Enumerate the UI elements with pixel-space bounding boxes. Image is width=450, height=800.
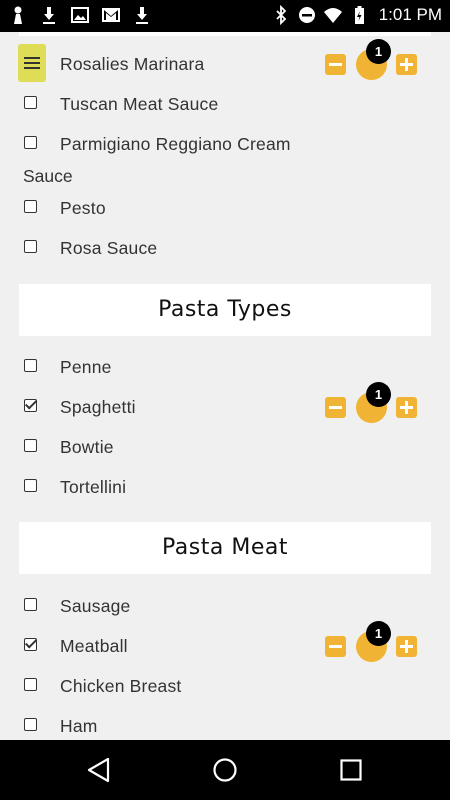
- item-checkbox[interactable]: [24, 598, 37, 611]
- list-item[interactable]: Ham: [0, 706, 450, 740]
- image-icon: [71, 7, 89, 23]
- item-label: Rosa Sauce: [60, 238, 158, 258]
- item-checkbox[interactable]: [24, 200, 37, 213]
- item-checkbox-checked[interactable]: [24, 399, 37, 412]
- status-bar: 1:01 PM: [0, 0, 450, 32]
- item-checkbox[interactable]: [24, 479, 37, 492]
- item-checkbox[interactable]: [24, 96, 37, 109]
- download-icon: [136, 7, 148, 24]
- item-checkbox[interactable]: [24, 718, 37, 731]
- list-item[interactable]: Sausage: [0, 586, 450, 626]
- decrease-button[interactable]: [325, 54, 346, 75]
- bluetooth-icon: [276, 5, 286, 25]
- list-item[interactable]: Meatball 1: [0, 621, 450, 666]
- battery-icon: [354, 6, 364, 24]
- item-label: Tortellini: [60, 477, 127, 497]
- quantity-stepper: 1: [325, 621, 419, 666]
- list-item[interactable]: Chicken Breast: [0, 666, 450, 706]
- list-item[interactable]: Spaghetti 1: [0, 382, 450, 427]
- wifi-icon: [323, 8, 342, 23]
- increase-button[interactable]: [396, 636, 417, 657]
- section-title: Pasta Types: [158, 297, 292, 322]
- increase-button[interactable]: [396, 54, 417, 75]
- item-label: Meatball: [60, 636, 128, 656]
- item-checkbox[interactable]: [24, 240, 37, 253]
- quantity-badge: 1: [366, 39, 391, 64]
- do-not-disturb-icon: [298, 7, 315, 23]
- card-top-edge: [19, 32, 431, 36]
- list-item[interactable]: Penne: [0, 347, 450, 387]
- item-checkbox-checked[interactable]: [24, 638, 37, 651]
- item-checkbox[interactable]: [24, 439, 37, 452]
- item-label: Tuscan Meat Sauce: [60, 94, 219, 114]
- system-icons: 1:01 PM: [271, 5, 442, 25]
- decrease-button[interactable]: [325, 397, 346, 418]
- list-item[interactable]: Pesto: [0, 188, 450, 228]
- item-label: Chicken Breast: [60, 676, 182, 696]
- order-options-list[interactable]: Rosalies Marinara 1 Tuscan Meat Sauce Pa…: [0, 32, 450, 740]
- navigation-bar: [0, 740, 450, 800]
- list-item[interactable]: Tuscan Meat Sauce: [0, 84, 450, 124]
- item-label: Penne: [60, 357, 112, 377]
- item-checkbox[interactable]: [24, 136, 37, 149]
- item-label-continued: Sauce: [23, 166, 73, 186]
- item-label: Spaghetti: [60, 397, 136, 417]
- quantity-stepper: 1: [325, 39, 419, 84]
- increase-button[interactable]: [396, 397, 417, 418]
- decrease-button[interactable]: [325, 636, 346, 657]
- gmail-icon: [102, 8, 120, 22]
- quantity-badge: 1: [366, 621, 391, 646]
- item-label: Parmigiano Reggiano Cream: [60, 134, 291, 154]
- notification-icons: [8, 5, 152, 25]
- section-header-pasta-types: Pasta Types: [19, 284, 431, 336]
- list-item[interactable]: Bowtie: [0, 427, 450, 467]
- quantity-stepper: 1: [325, 382, 419, 427]
- item-label: Ham: [60, 716, 98, 736]
- quantity-badge: 1: [366, 382, 391, 407]
- item-label: Bowtie: [60, 437, 114, 457]
- recents-icon[interactable]: [338, 756, 364, 784]
- list-item[interactable]: Tortellini: [0, 467, 450, 507]
- item-checkbox[interactable]: [24, 359, 37, 372]
- item-label: Rosalies Marinara: [60, 54, 205, 74]
- item-checkbox[interactable]: [24, 678, 37, 691]
- list-item[interactable]: Rosalies Marinara 1: [0, 39, 450, 84]
- home-icon[interactable]: [212, 756, 238, 784]
- section-title: Pasta Meat: [162, 535, 288, 560]
- notification-person-icon: [14, 6, 22, 24]
- section-header-pasta-meat: Pasta Meat: [19, 522, 431, 574]
- back-icon[interactable]: [86, 756, 112, 784]
- item-label: Sausage: [60, 596, 131, 616]
- download-icon: [43, 7, 55, 24]
- list-item[interactable]: Rosa Sauce: [0, 228, 450, 268]
- item-label: Pesto: [60, 198, 106, 218]
- list-item[interactable]: Parmigiano Reggiano Cream: [0, 124, 450, 164]
- clock: 1:01 PM: [378, 5, 442, 24]
